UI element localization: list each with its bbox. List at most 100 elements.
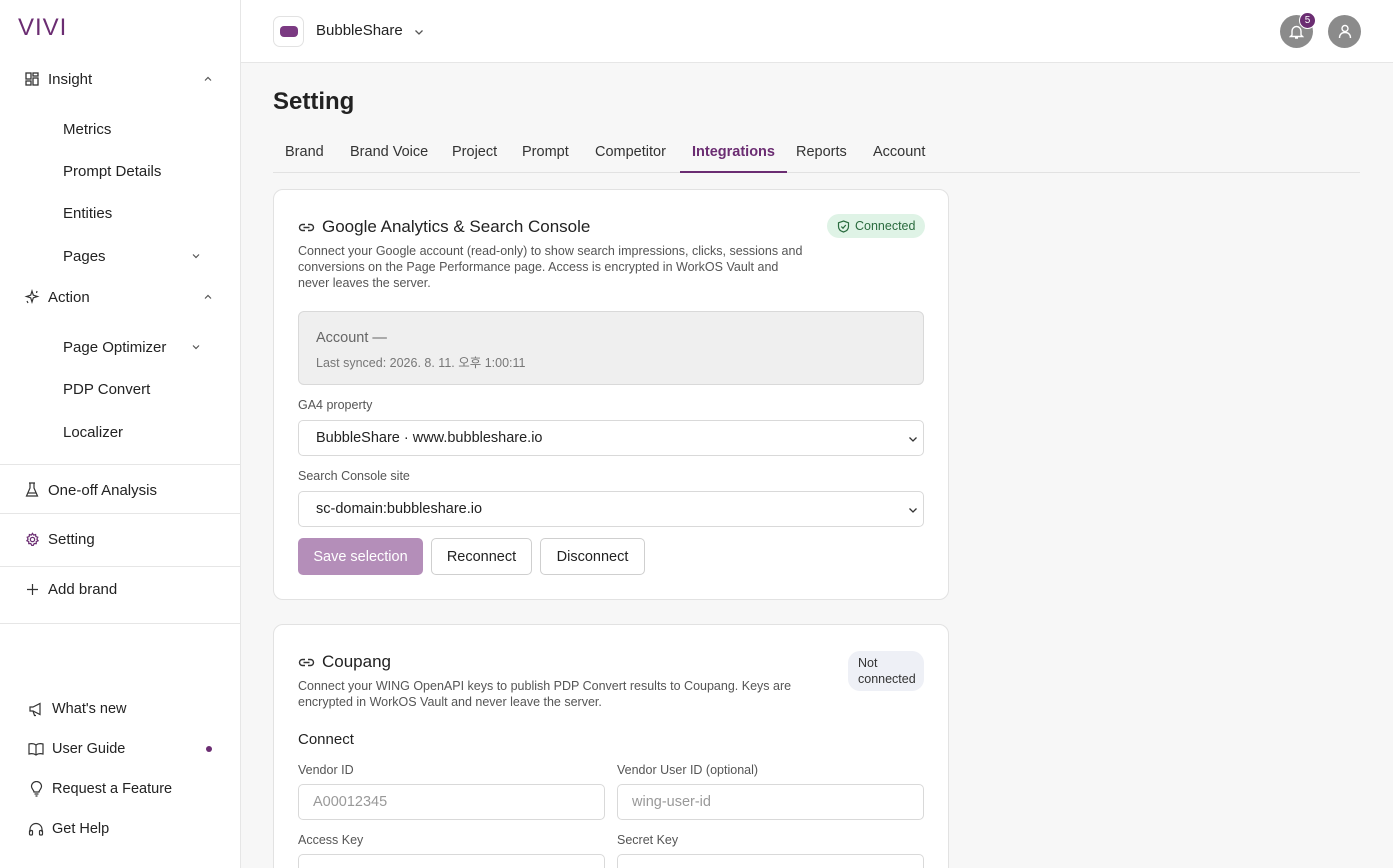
- vendor-user-id-label: Vendor User ID (optional): [617, 763, 759, 777]
- topbar: BubbleShare 5: [241, 0, 1393, 63]
- brand-logo-mark: [279, 26, 298, 37]
- card-title: Coupang: [322, 652, 392, 671]
- tab-brand-voice[interactable]: Brand Voice: [338, 134, 440, 173]
- whats-new-link[interactable]: What's new: [0, 693, 240, 725]
- flask-icon: [24, 482, 40, 498]
- vendor-user-id-input[interactable]: wing-user-id: [617, 784, 924, 820]
- sidebar-group-action[interactable]: Action: [0, 279, 240, 315]
- account-name: Account —: [316, 330, 387, 346]
- access-key-label: Access Key: [298, 833, 364, 847]
- status-badge: Not connected: [848, 651, 924, 691]
- dashboard-icon: [24, 71, 40, 87]
- sidebar-item-label: Add brand: [48, 580, 118, 598]
- sidebar-item-label: Setting: [48, 530, 95, 548]
- sidebar-item-label: Localizer: [63, 423, 124, 441]
- link-icon: [298, 654, 315, 671]
- user-guide-link[interactable]: User Guide: [0, 733, 240, 765]
- vendor-id-label: Vendor ID: [298, 763, 354, 777]
- sidebar-group-insight[interactable]: Insight: [0, 61, 240, 97]
- tab-account[interactable]: Account: [861, 134, 937, 173]
- add-brand-button[interactable]: Add brand: [0, 571, 240, 607]
- sparkles-icon: [24, 289, 40, 305]
- last-synced-text: Last synced: 2026. 8. 11. 오후 1:00:11: [316, 356, 526, 370]
- footer-link-label: What's new: [52, 701, 127, 717]
- sidebar-item-page-optimizer[interactable]: Page Optimizer: [0, 329, 240, 365]
- chevron-down-icon: [190, 341, 202, 353]
- sidebar-divider: [0, 513, 240, 514]
- sidebar-item-one-off-analysis[interactable]: One-off Analysis: [0, 472, 240, 508]
- sidebar-item-pages[interactable]: Pages: [0, 238, 240, 274]
- ga4-property-select[interactable]: BubbleShare · www.bubbleshare.io: [298, 420, 924, 456]
- sidebar-divider: [0, 464, 240, 465]
- vendor-id-input[interactable]: A00012345: [298, 784, 605, 820]
- request-feature-link[interactable]: Request a Feature: [0, 773, 240, 805]
- sidebar-item-entities[interactable]: Entities: [0, 195, 240, 231]
- gear-icon: [24, 531, 40, 547]
- lightbulb-icon: [28, 781, 44, 797]
- sidebar-divider: [0, 623, 240, 624]
- reconnect-button[interactable]: Reconnect: [431, 538, 532, 575]
- sidebar-item-metrics[interactable]: Metrics: [0, 111, 240, 147]
- tab-integrations[interactable]: Integrations: [680, 134, 787, 173]
- footer-link-label: Request a Feature: [52, 781, 173, 797]
- get-help-link[interactable]: Get Help: [0, 813, 240, 845]
- card-title: Google Analytics & Search Console: [322, 217, 591, 236]
- user-avatar-button[interactable]: [1328, 15, 1361, 48]
- select-value: BubbleShare · www.bubbleshare.io: [316, 430, 543, 446]
- tab-reports[interactable]: Reports: [784, 134, 859, 173]
- search-console-site-label: Search Console site: [298, 469, 410, 483]
- sidebar-item-label: Entities: [63, 204, 113, 222]
- sidebar-item-label: Prompt Details: [63, 162, 162, 180]
- sidebar-item-prompt-details[interactable]: Prompt Details: [0, 153, 240, 189]
- ga4-property-label: GA4 property: [298, 398, 373, 412]
- status-badge: Connected: [827, 214, 926, 238]
- chevron-down-icon: [907, 504, 919, 516]
- secret-key-input[interactable]: [617, 854, 924, 868]
- book-open-icon: [28, 741, 44, 757]
- chevron-up-icon: [202, 291, 214, 303]
- brand-switcher-label[interactable]: BubbleShare: [316, 22, 403, 39]
- save-selection-button[interactable]: Save selection: [298, 538, 423, 575]
- sidebar-item-setting[interactable]: Setting: [0, 521, 240, 557]
- card-description: Connect your Google account (read-only) …: [298, 244, 803, 290]
- chevron-down-icon: [907, 433, 919, 445]
- new-indicator-dot: [206, 746, 212, 752]
- plus-icon: [24, 581, 40, 597]
- status-badge-label: Connected: [855, 219, 916, 233]
- chevron-down-icon: [190, 250, 202, 262]
- sidebar-item-label: One-off Analysis: [48, 481, 157, 499]
- sidebar-group-label: Insight: [48, 70, 93, 88]
- headset-icon: [28, 821, 44, 837]
- page-title: Setting: [273, 88, 355, 115]
- brand-logo[interactable]: [273, 16, 304, 47]
- megaphone-icon: [28, 701, 44, 717]
- connect-section-title: Connect: [298, 731, 354, 748]
- settings-tabs: Brand Brand Voice Project Prompt Competi…: [273, 134, 1360, 173]
- footer-link-label: User Guide: [52, 741, 126, 757]
- sidebar-item-label: PDP Convert: [63, 380, 151, 398]
- sidebar-item-label: Page Optimizer: [63, 338, 167, 356]
- disconnect-button[interactable]: Disconnect: [540, 538, 645, 575]
- search-console-site-select[interactable]: sc-domain:bubbleshare.io: [298, 491, 924, 527]
- access-key-input[interactable]: [298, 854, 605, 868]
- sidebar-item-localizer[interactable]: Localizer: [0, 414, 240, 450]
- tab-project[interactable]: Project: [440, 134, 509, 173]
- user-icon: [1338, 24, 1351, 39]
- google-integration-card: Google Analytics & Search Console Connec…: [273, 189, 949, 600]
- card-description: Connect your WING OpenAPI keys to publis…: [298, 679, 792, 709]
- tab-competitor[interactable]: Competitor: [583, 134, 678, 173]
- secret-key-label: Secret Key: [617, 833, 679, 847]
- app-logo[interactable]: VIVI: [18, 14, 67, 42]
- chevron-up-icon: [202, 73, 214, 85]
- notification-count-badge: 5: [1299, 12, 1316, 29]
- sidebar-item-pdp-convert[interactable]: PDP Convert: [0, 371, 240, 407]
- sidebar-item-label: Pages: [63, 247, 106, 265]
- sidebar-item-label: Metrics: [63, 120, 112, 138]
- sidebar-group-label: Action: [48, 288, 90, 306]
- coupang-integration-card: Coupang Not connected Connect your WING …: [273, 624, 949, 868]
- tab-brand[interactable]: Brand: [273, 134, 336, 173]
- sidebar: VIVI Insight Metrics Prompt Details Enti…: [0, 0, 241, 868]
- select-value: sc-domain:bubbleshare.io: [316, 501, 483, 517]
- chevron-down-icon[interactable]: [413, 25, 425, 37]
- tab-prompt[interactable]: Prompt: [510, 134, 581, 173]
